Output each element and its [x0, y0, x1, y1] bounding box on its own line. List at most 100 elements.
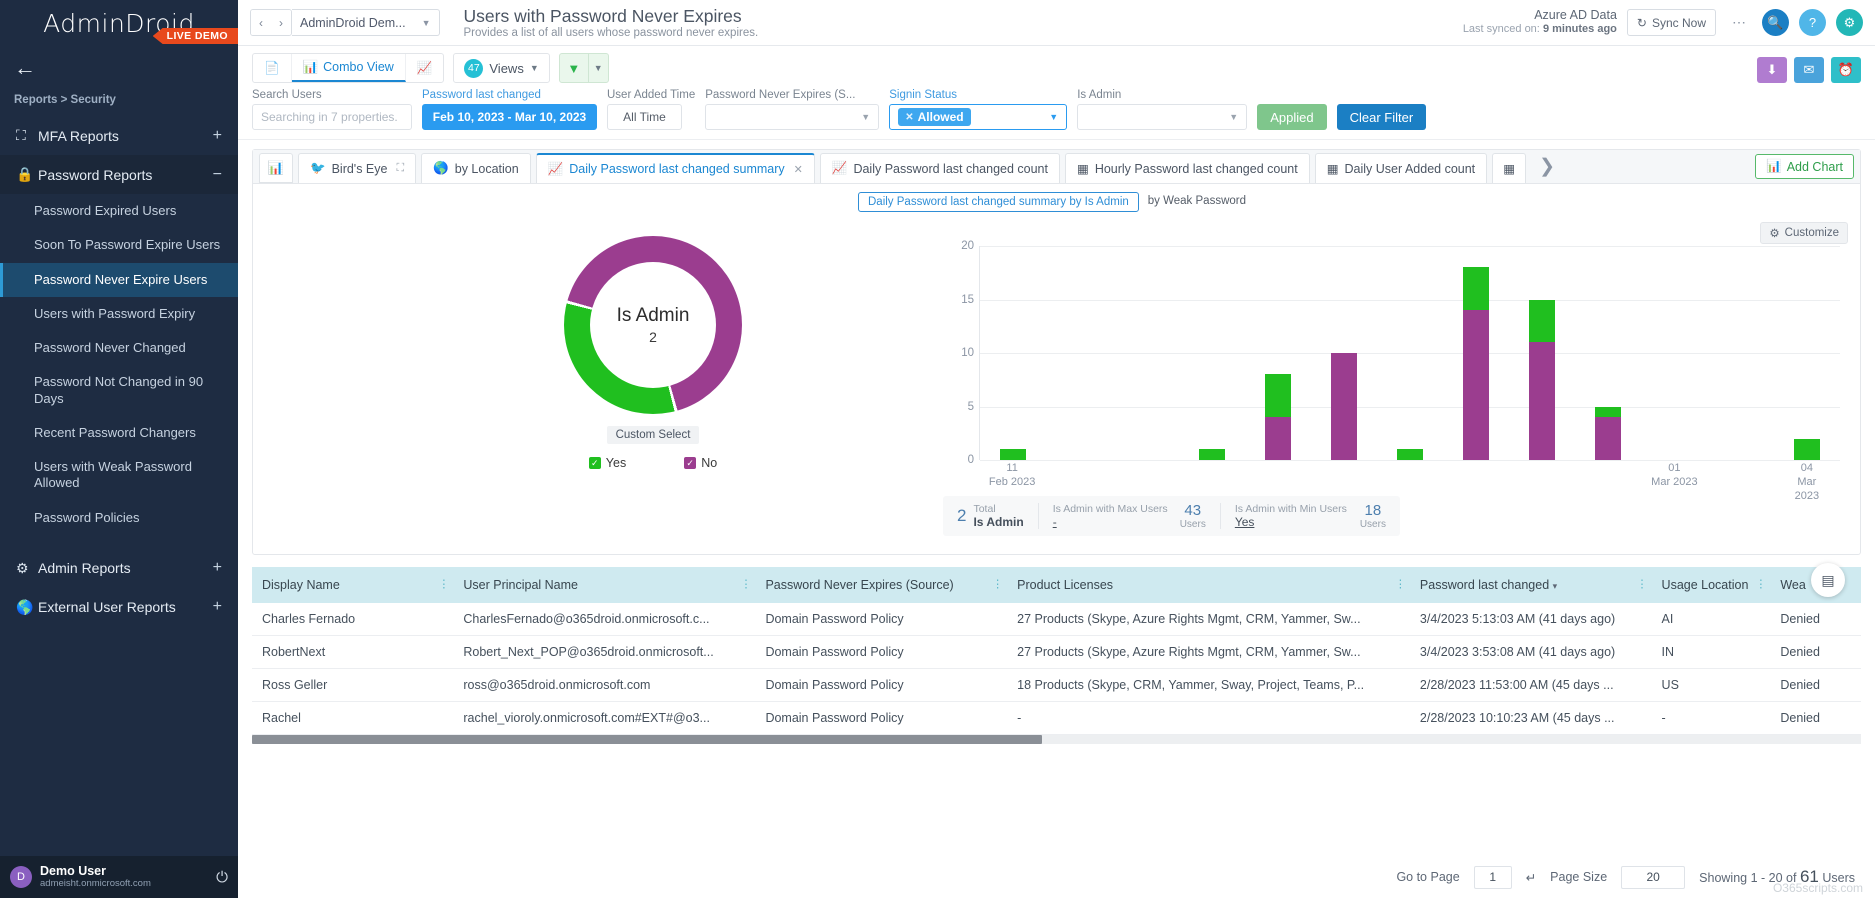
sidebar-group-password-reports[interactable]: 🔒 Password Reports − — [0, 155, 238, 194]
bar-column[interactable] — [1000, 449, 1026, 460]
chart-tabs: 📊 🐦 Bird's Eye ⛶ 🌎 by Location 📈 Daily P… — [253, 150, 1860, 184]
table-row[interactable]: RobertNextRobert_Next_POP@o365droid.onmi… — [252, 636, 1861, 669]
signin-status-select[interactable]: ✕ Allowed ▼ — [889, 104, 1067, 130]
legend-item-no[interactable]: ✓ No — [684, 456, 717, 470]
enter-icon[interactable]: ↵ — [1526, 870, 1536, 885]
signin-status-chip[interactable]: ✕ Allowed — [898, 108, 970, 126]
mail-icon[interactable]: ✉ — [1794, 57, 1824, 83]
sidebar-item-password-never-expire-users[interactable]: Password Never Expire Users — [0, 263, 238, 297]
applied-button[interactable]: Applied — [1257, 104, 1326, 130]
customize-button[interactable]: ⚙ Customize — [1760, 222, 1848, 244]
sidebar-item-password-expired-users[interactable]: Password Expired Users — [0, 194, 238, 228]
column-menu-icon[interactable]: ⋮ — [992, 581, 1003, 590]
stat-label[interactable]: - — [1053, 515, 1173, 529]
table-row[interactable]: Ross Gellerross@o365droid.onmicrosoft.co… — [252, 669, 1861, 702]
bar-column[interactable] — [1529, 300, 1555, 461]
table-cell: Denied — [1770, 636, 1861, 669]
chart-tab-daily-password-last-changed-count[interactable]: 📈 Daily Password last changed count — [820, 153, 1060, 183]
sidebar-item-password-not-changed-in-90-days[interactable]: Password Not Changed in 90 Days — [0, 365, 238, 416]
column-display-name[interactable]: Display Name⋮ — [252, 567, 453, 603]
download-icon[interactable]: ⬇ — [1757, 57, 1787, 83]
add-chart-button[interactable]: 📊 Add Chart — [1755, 154, 1854, 179]
column-password-never-expires-source[interactable]: Password Never Expires (Source)⋮ — [755, 567, 1007, 603]
sidebar-item-password-never-changed[interactable]: Password Never Changed — [0, 331, 238, 365]
search-icon[interactable]: 🔍 — [1762, 9, 1789, 36]
bar-column[interactable] — [1595, 407, 1621, 461]
column-menu-icon[interactable]: ⋮ — [1755, 581, 1766, 590]
bar-column[interactable] — [1265, 374, 1291, 460]
column-password-last-changed[interactable]: Password last changed ▾⋮ — [1410, 567, 1652, 603]
chevron-left-icon[interactable]: ‹ — [251, 10, 271, 35]
sidebar-back-button[interactable]: ← — [0, 46, 238, 90]
bar-column[interactable] — [1331, 353, 1357, 460]
question-icon[interactable]: ? — [1799, 9, 1826, 36]
chart-tab-daily-password-last-changed-summary[interactable]: 📈 Daily Password last changed summary ✕ — [536, 153, 815, 183]
sync-now-button[interactable]: ↻ Sync Now — [1627, 9, 1716, 36]
bar-column[interactable] — [1199, 449, 1225, 460]
page-size-input[interactable]: 20 — [1621, 866, 1685, 889]
page-number-input[interactable]: 1 — [1474, 866, 1512, 889]
tab-combo-view[interactable]: 📊 Combo View — [292, 54, 406, 82]
horizontal-scrollbar[interactable] — [252, 735, 1861, 744]
chart-tab-by-location[interactable]: 🌎 by Location — [421, 153, 531, 183]
sidebar-group-external-user-reports[interactable]: 🌎 External User Reports + — [0, 588, 238, 627]
tab-document-view[interactable]: 📄 — [253, 54, 292, 82]
column-menu-icon[interactable]: ⋮ — [438, 581, 449, 590]
grid-settings-icon[interactable]: ▤ — [1811, 563, 1845, 597]
bar-column[interactable] — [1794, 439, 1820, 460]
chevron-right-icon[interactable]: ❯ — [1531, 150, 1563, 183]
all-time-button[interactable]: All Time — [607, 104, 682, 130]
expand-icon[interactable]: ⛶ — [396, 162, 404, 175]
scrollbar-thumb[interactable] — [252, 735, 1042, 744]
bar-column[interactable] — [1463, 267, 1489, 460]
is-admin-select[interactable]: ▼ — [1077, 104, 1247, 130]
funnel-icon[interactable]: ▼ — [560, 54, 588, 82]
chart-tab-birds-eye[interactable]: 🐦 Bird's Eye ⛶ — [298, 153, 416, 183]
column-user-principal-name[interactable]: User Principal Name⋮ — [453, 567, 755, 603]
chart-list-button[interactable]: 📊 — [259, 153, 293, 183]
bar-column[interactable] — [1397, 449, 1423, 460]
sidebar-item-recent-password-changers[interactable]: Recent Password Changers — [0, 416, 238, 450]
table-row[interactable]: Rachelrachel_vioroly.onmicrosoft.com#EXT… — [252, 702, 1861, 735]
tab-chart-view[interactable]: 📈 — [406, 54, 444, 82]
org-selector[interactable]: AdminDroid Dem... ▼ — [292, 9, 440, 36]
chart-tab-daily-user-added-count[interactable]: ▦ Daily User Added count — [1315, 153, 1487, 183]
remove-chip-icon[interactable]: ✕ — [905, 112, 913, 123]
password-never-expires-select[interactable]: ▼ — [705, 104, 879, 130]
sidebar-group-mfa-reports[interactable]: ⛶ MFA Reports + — [0, 116, 238, 155]
legend-item-yes[interactable]: ✓ Yes — [589, 456, 626, 470]
clear-filter-button[interactable]: Clear Filter — [1337, 104, 1427, 130]
close-icon[interactable]: ✕ — [794, 163, 803, 176]
column-menu-icon[interactable]: ⋮ — [740, 581, 751, 590]
chart-tab-overflow[interactable]: ▦ — [1492, 153, 1526, 183]
shield-icon: ⚙ — [16, 560, 38, 577]
column-menu-icon[interactable]: ⋮ — [1395, 581, 1406, 590]
sidebar-item-soon-to-password-expire-users[interactable]: Soon To Password Expire Users — [0, 228, 238, 262]
sub-tab-by-is-admin[interactable]: Daily Password last changed summary by I… — [858, 192, 1139, 212]
date-range-button[interactable]: Feb 10, 2023 - Mar 10, 2023 — [422, 104, 597, 130]
column-usage-location[interactable]: Usage Location⋮ — [1652, 567, 1771, 603]
column-menu-icon[interactable]: ⋮ — [1637, 581, 1648, 590]
filter-dropdown-caret[interactable]: ▼ — [588, 54, 608, 82]
sidebar-group-admin-reports[interactable]: ⚙ Admin Reports + — [0, 549, 238, 588]
sidebar-item-users-with-weak-password-allowed[interactable]: Users with Weak Password Allowed — [0, 450, 238, 501]
column-product-licenses[interactable]: Product Licenses⋮ — [1007, 567, 1410, 603]
chevron-right-icon[interactable]: › — [271, 10, 291, 35]
sidebar-item-password-policies[interactable]: Password Policies — [0, 501, 238, 535]
sub-tab-by-weak-password[interactable]: by Weak Password — [1139, 192, 1255, 212]
x-axis-tick: 11Feb 2023 — [989, 462, 1035, 490]
breadcrumb: Reports > Security — [0, 90, 238, 116]
table-cell: 18 Products (Skype, CRM, Yammer, Sway, P… — [1007, 669, 1410, 702]
ellipsis-icon[interactable]: ⋯ — [1726, 10, 1752, 36]
custom-select-button[interactable]: Custom Select — [607, 426, 700, 444]
views-button[interactable]: 47 Views ▼ — [453, 53, 549, 83]
search-input[interactable]: Searching in 7 properties. — [252, 104, 412, 130]
alarm-icon[interactable]: ⏰ — [1831, 57, 1861, 83]
stat-label[interactable]: Yes — [1235, 515, 1353, 529]
power-icon[interactable]: ⏻ — [216, 869, 228, 886]
gear-icon[interactable]: ⚙ — [1836, 9, 1863, 36]
sidebar-item-users-with-password-expiry[interactable]: Users with Password Expiry — [0, 297, 238, 331]
chart-tab-hourly-password-last-changed-count[interactable]: ▦ Hourly Password last changed count — [1065, 153, 1310, 183]
donut-ring-wrap[interactable]: Is Admin 2 — [564, 236, 742, 414]
table-row[interactable]: Charles FernadoCharlesFernado@o365droid.… — [252, 603, 1861, 636]
